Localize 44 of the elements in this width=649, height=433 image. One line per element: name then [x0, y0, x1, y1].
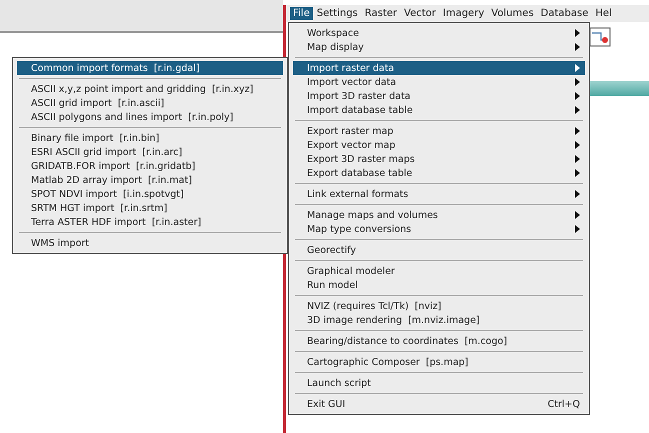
menu-title[interactable]: Imagery — [440, 7, 488, 20]
menu-item[interactable]: ASCII grid import [r.in.ascii] — [17, 96, 283, 110]
menu-item[interactable]: Map display — [293, 40, 585, 54]
menu-item[interactable]: Import raster data — [293, 61, 585, 75]
menu-item[interactable]: Link external formats — [293, 187, 585, 201]
menu-item[interactable]: Import database table — [293, 103, 585, 117]
menu-item[interactable]: Cartographic Composer [ps.map] — [293, 355, 585, 369]
submenu-arrow-icon — [575, 190, 580, 198]
menu-item[interactable]: Matlab 2D array import [r.in.mat] — [17, 173, 283, 187]
menu-title[interactable]: Volumes — [488, 7, 537, 20]
menu-item[interactable]: Manage maps and volumes — [293, 208, 585, 222]
menu-item[interactable]: Binary file import [r.in.bin] — [17, 131, 283, 145]
menu-item[interactable]: 3D image rendering [m.nviz.image] — [293, 313, 585, 327]
map-layer-icon[interactable] — [589, 27, 611, 47]
menu-item[interactable]: Bearing/distance to coordinates [m.cogo] — [293, 334, 585, 348]
menu-title[interactable]: Vector — [401, 7, 439, 20]
menu-item[interactable]: ASCII polygons and lines import [r.in.poly] — [17, 110, 283, 124]
menu-item[interactable]: Terra ASTER HDF import [r.in.aster] — [17, 215, 283, 229]
menu-item[interactable]: Georectify — [293, 243, 585, 257]
menu-item[interactable]: ASCII x,y,z point import and gridding [r.in.xyz] — [17, 82, 283, 96]
menu-title[interactable]: Settings — [314, 7, 361, 20]
menu-title[interactable]: Raster — [362, 7, 400, 20]
menu-item[interactable]: Export database table — [293, 166, 585, 180]
menu-item[interactable]: SPOT NDVI import [i.in.spotvgt] — [17, 187, 283, 201]
menu-item[interactable]: Graphical modeler — [293, 264, 585, 278]
menu-item[interactable]: Export 3D raster maps — [293, 152, 585, 166]
menu-item[interactable]: Export raster map — [293, 124, 585, 138]
menu-item[interactable]: SRTM HGT import [r.in.srtm] — [17, 201, 283, 215]
menu-item[interactable]: Workspace — [293, 26, 585, 40]
menu-title[interactable]: File — [290, 7, 313, 20]
menu-item[interactable]: Exit GUI Ctrl+Q — [293, 397, 585, 411]
menu-item[interactable]: Launch script — [293, 376, 585, 390]
menu-item[interactable]: Import 3D raster data — [293, 89, 585, 103]
menu-item[interactable]: Common import formats [r.in.gdal] — [17, 61, 283, 75]
menu-item[interactable]: GRIDATB.FOR import [r.in.gridatb] — [17, 159, 283, 173]
menu-item[interactable]: WMS import — [17, 236, 283, 250]
menu-item[interactable]: Run model — [293, 278, 585, 292]
menu-item[interactable]: Export vector map — [293, 138, 585, 152]
menu-item[interactable]: Map type conversions — [293, 222, 585, 236]
menu-item[interactable]: Import vector data — [293, 75, 585, 89]
menu-title[interactable]: Hel — [592, 7, 615, 20]
menu-title[interactable]: Database — [538, 7, 592, 20]
menu-item[interactable]: NVIZ (requires Tcl/Tk) [nviz] — [293, 299, 585, 313]
menu-item[interactable]: ESRI ASCII grid import [r.in.arc] — [17, 145, 283, 159]
